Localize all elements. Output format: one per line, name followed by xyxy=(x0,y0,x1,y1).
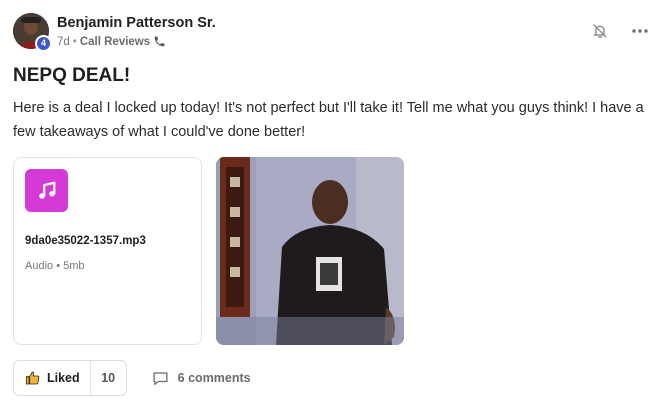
phone-icon xyxy=(153,35,166,48)
post-actions: Liked 10 6 comments xyxy=(13,360,251,396)
post-category[interactable]: Call Reviews xyxy=(80,36,150,48)
post-body: Here is a deal I locked up today! It's n… xyxy=(13,100,644,140)
file-type: Audio xyxy=(25,260,54,272)
attachments: 9da0e35022-1357.mp3 Audio • 5mb xyxy=(13,157,404,345)
comment-icon xyxy=(152,370,169,386)
bell-off-icon[interactable] xyxy=(590,21,610,41)
more-options-icon[interactable] xyxy=(630,21,650,41)
like-label: Liked xyxy=(47,371,80,385)
audio-attachment-card[interactable]: 9da0e35022-1357.mp3 Audio • 5mb xyxy=(13,157,202,345)
post-time: 7d xyxy=(57,35,70,48)
author-avatar-wrap[interactable]: 4 xyxy=(13,13,52,52)
level-badge: 4 xyxy=(35,35,52,52)
post-meta: 7d • Call Reviews xyxy=(57,35,166,48)
gif-image xyxy=(216,157,404,345)
comments-label: 6 comments xyxy=(177,371,251,385)
like-button[interactable]: Liked xyxy=(14,361,90,395)
post-header: 4 Benjamin Patterson Sr. 7d • Call Revie… xyxy=(13,13,650,53)
file-name: 9da0e35022-1357.mp3 xyxy=(25,235,146,247)
gif-attachment[interactable] xyxy=(216,157,404,345)
thumbs-up-icon xyxy=(25,370,41,386)
file-meta: Audio • 5mb xyxy=(25,260,85,272)
file-meta-separator: • xyxy=(56,260,61,272)
post-title: NEPQ DEAL! xyxy=(13,65,131,86)
file-size: 5mb xyxy=(63,260,85,272)
like-group: Liked 10 xyxy=(13,360,127,396)
comments-button[interactable]: 6 comments xyxy=(152,370,251,386)
like-count[interactable]: 10 xyxy=(89,361,126,395)
author-name[interactable]: Benjamin Patterson Sr. xyxy=(57,15,216,31)
header-actions xyxy=(590,21,650,41)
meta-separator: • xyxy=(72,35,77,48)
music-note-icon xyxy=(25,169,68,212)
